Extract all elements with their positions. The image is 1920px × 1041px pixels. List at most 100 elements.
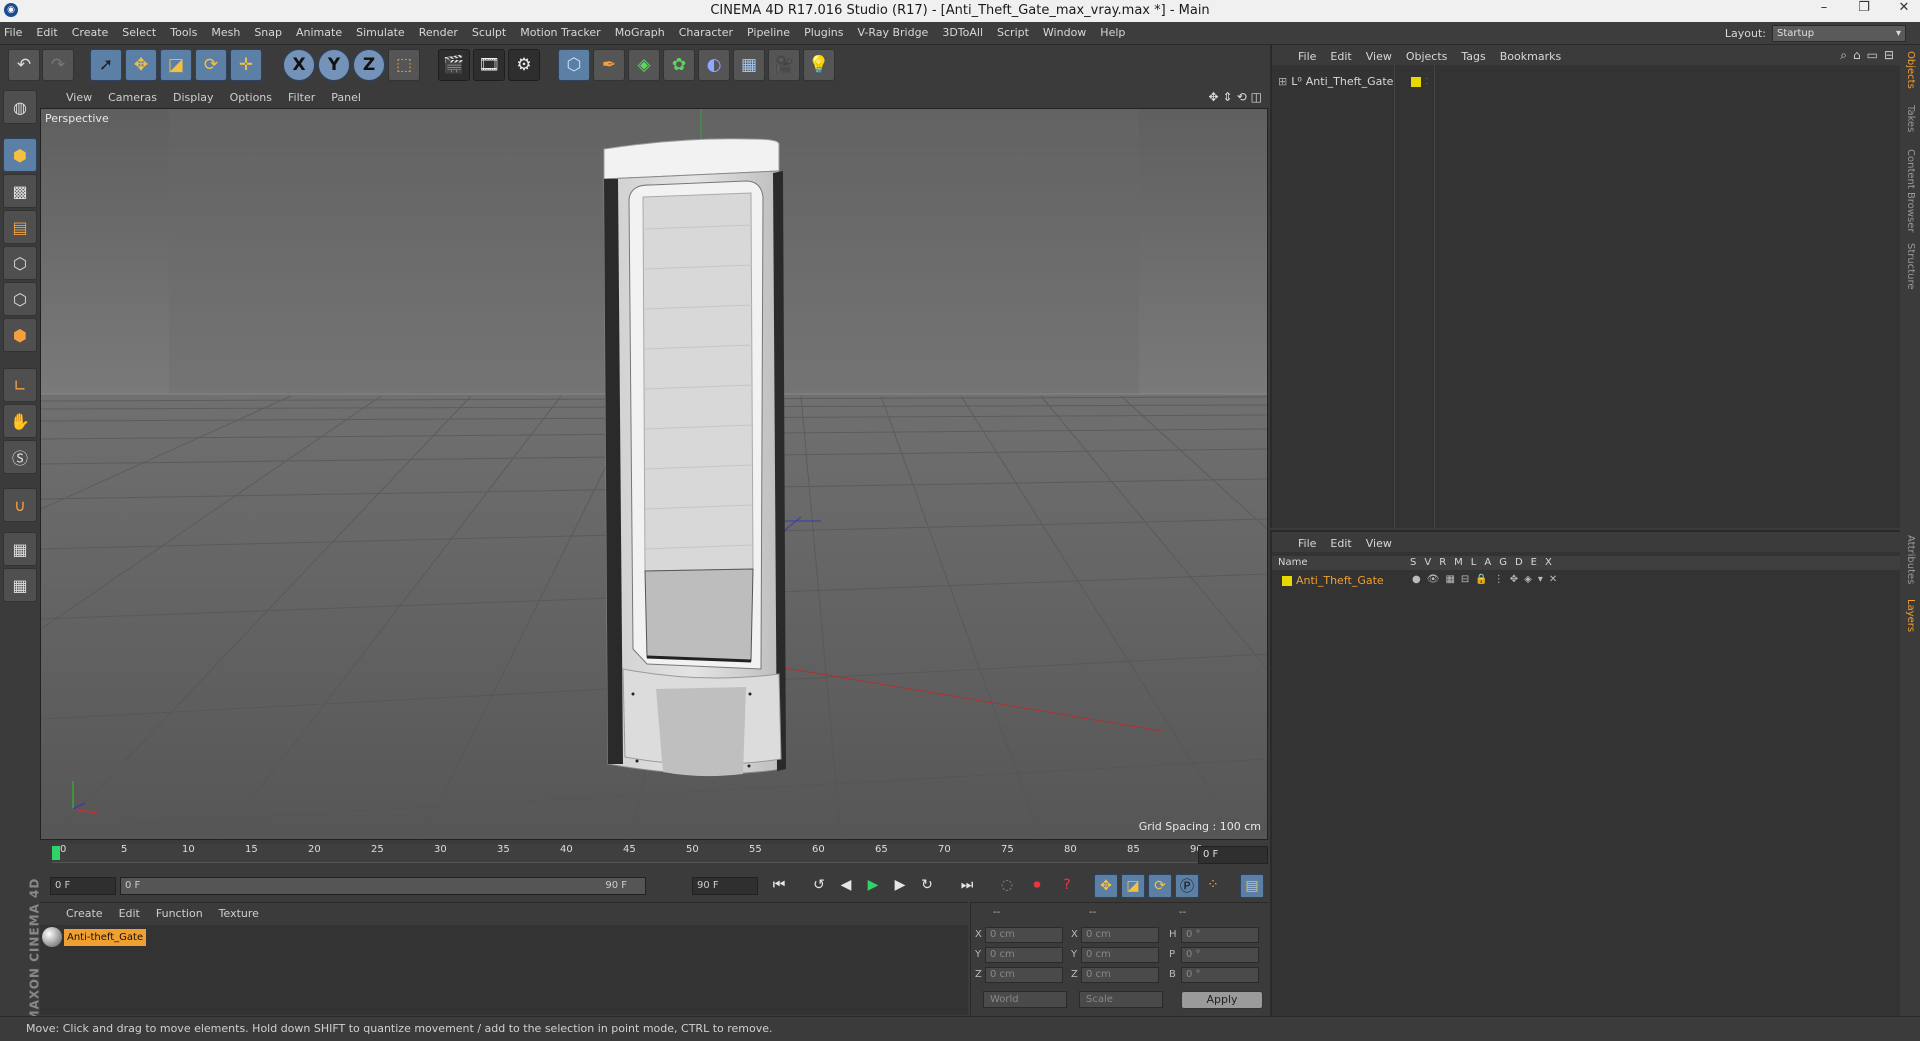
menu-character[interactable]: Character — [679, 26, 733, 39]
x-axis-lock-icon[interactable]: X — [283, 49, 315, 81]
record-rotation-icon[interactable]: ⟳ — [1148, 874, 1172, 898]
render-view-icon[interactable]: 🎬 — [438, 49, 470, 81]
go-to-end-icon[interactable]: ⏭ — [956, 874, 978, 896]
lock-toggle-icon[interactable]: 🔒 — [1475, 574, 1487, 585]
timeline[interactable]: 0 5 10 15 20 25 30 35 40 45 50 55 60 65 … — [40, 840, 1268, 876]
snapping-icon[interactable]: ∪ — [3, 488, 37, 522]
menu-pipeline[interactable]: Pipeline — [747, 26, 790, 39]
position-y-field[interactable]: 0 cm — [985, 947, 1063, 963]
material-menu-create[interactable]: Create — [66, 907, 103, 920]
viewport-menu-options[interactable]: Options — [230, 91, 272, 104]
record-active-objects-icon[interactable]: ⏺ — [1026, 874, 1048, 896]
render-toggle-icon[interactable]: ▦ — [1445, 574, 1454, 585]
viewport-dolly-icon[interactable]: ⇕ — [1223, 90, 1233, 104]
menu-help[interactable]: Help — [1100, 26, 1125, 39]
subdivision-surface-icon[interactable]: ◈ — [628, 49, 660, 81]
move-tool-icon[interactable]: ✥ — [125, 49, 157, 81]
timeline-ruler[interactable]: 0 5 10 15 20 25 30 35 40 45 50 55 60 65 … — [52, 844, 1203, 863]
object-row[interactable]: ⊞ L⁰ Anti_Theft_Gate ⁚ — [1278, 75, 1428, 88]
menu-select[interactable]: Select — [122, 26, 156, 39]
viewport-menu-panel[interactable]: Panel — [331, 91, 361, 104]
render-settings-icon[interactable]: ⚙ — [508, 49, 540, 81]
viewport-menu-cameras[interactable]: Cameras — [108, 91, 157, 104]
objects-menu-tags[interactable]: Tags — [1461, 50, 1485, 63]
recent-tool-icon[interactable]: ✛ — [230, 49, 262, 81]
edges-mode-icon[interactable]: ⬡ — [3, 282, 37, 316]
workplane-mode-icon[interactable]: ▤ — [3, 210, 37, 244]
make-editable-icon[interactable]: ◍ — [3, 90, 37, 124]
material-item[interactable]: Anti-theft_Gate — [42, 927, 147, 947]
viewport-menu-view[interactable]: View — [66, 91, 92, 104]
next-frame-icon[interactable]: ▶ — [889, 874, 911, 896]
layer-row[interactable]: Anti_Theft_Gate — [1282, 574, 1384, 587]
xref-toggle-icon[interactable]: ✕ — [1549, 574, 1557, 585]
expression-toggle-icon[interactable]: ▾ — [1538, 574, 1543, 585]
layers-menu-file[interactable]: File — [1298, 537, 1316, 550]
menu-sculpt[interactable]: Sculpt — [472, 26, 506, 39]
scale-tool-icon[interactable]: ◪ — [160, 49, 192, 81]
manager-toggle-icon[interactable]: ⊟ — [1461, 574, 1469, 585]
play-forward-icon[interactable]: ▶ — [862, 874, 884, 896]
max-frame-field[interactable]: 90 F — [692, 877, 758, 895]
menu-vray-bridge[interactable]: V-Ray Bridge — [857, 26, 928, 39]
menu-motion-tracker[interactable]: Motion Tracker — [520, 26, 600, 39]
redo-icon[interactable]: ↷ — [42, 49, 74, 81]
light-object-icon[interactable]: 💡 — [803, 49, 835, 81]
deformer-toggle-icon[interactable]: ◈ — [1524, 574, 1532, 585]
viewport-camera-label[interactable]: Perspective — [45, 112, 109, 125]
floor-object-icon[interactable]: ▦ — [733, 49, 765, 81]
menu-create[interactable]: Create — [72, 26, 109, 39]
objects-menu-bookmarks[interactable]: Bookmarks — [1500, 50, 1561, 63]
tab-structure[interactable]: Structure — [1900, 243, 1920, 303]
new-view-icon[interactable]: ▭ — [1867, 48, 1878, 63]
menu-simulate[interactable]: Simulate — [356, 26, 405, 39]
menu-render[interactable]: Render — [419, 26, 458, 39]
anti-theft-gate-model[interactable] — [603, 138, 786, 777]
apply-button[interactable]: Apply — [1181, 991, 1263, 1009]
pen-spline-icon[interactable]: ✒ — [593, 49, 625, 81]
record-position-icon[interactable]: ✥ — [1094, 874, 1118, 898]
home-icon[interactable]: ⌂ — [1853, 48, 1861, 63]
material-menu-edit[interactable]: Edit — [119, 907, 140, 920]
minimize-button[interactable]: – — [1814, 0, 1834, 15]
current-frame-field[interactable]: 0 F — [1198, 846, 1268, 864]
y-axis-lock-icon[interactable]: Y — [318, 49, 350, 81]
rotate-tool-icon[interactable]: ⟳ — [195, 49, 227, 81]
objects-menu-edit[interactable]: Edit — [1330, 50, 1351, 63]
texture-mode-icon[interactable]: ▩ — [3, 174, 37, 208]
coordinate-system-icon[interactable]: ⬚ — [388, 49, 420, 81]
material-menu-function[interactable]: Function — [156, 907, 203, 920]
motion-record-icon[interactable]: ◌ — [996, 874, 1018, 896]
rotation-b-field[interactable]: 0 ° — [1181, 967, 1259, 983]
rotation-h-field[interactable]: 0 ° — [1181, 927, 1259, 943]
viewport-pan-icon[interactable]: ✥ — [1208, 90, 1218, 104]
solo-toggle-icon[interactable]: ● — [1412, 574, 1421, 585]
lock-panel-icon[interactable]: ⊟ — [1884, 48, 1894, 63]
record-parameter-icon[interactable]: Ⓟ — [1175, 874, 1199, 898]
objects-menu-view[interactable]: View — [1366, 50, 1392, 63]
viewport-menu-display[interactable]: Display — [173, 91, 214, 104]
enable-axis-icon[interactable]: ∟ — [3, 368, 37, 402]
undo-icon[interactable]: ↶ — [8, 49, 40, 81]
rotation-p-field[interactable]: 0 ° — [1181, 947, 1259, 963]
solo-mode-icon[interactable]: Ⓢ — [3, 440, 37, 474]
menu-edit[interactable]: Edit — [36, 26, 57, 39]
go-to-start-icon[interactable]: ⏮ — [768, 874, 790, 896]
autokeying-icon[interactable]: ? — [1056, 874, 1078, 896]
view-toggle-icon[interactable]: 👁 — [1427, 574, 1440, 585]
lock-workplane-icon[interactable]: ▦ — [3, 532, 37, 566]
material-menu-texture[interactable]: Texture — [219, 907, 259, 920]
layers-menu-edit[interactable]: Edit — [1330, 537, 1351, 550]
layer-color-swatch[interactable] — [1282, 575, 1292, 586]
search-icon[interactable]: ⌕ — [1840, 48, 1847, 63]
menu-window[interactable]: Window — [1043, 26, 1086, 39]
record-scale-icon[interactable]: ◪ — [1121, 874, 1145, 898]
layers-menu-view[interactable]: View — [1366, 537, 1392, 550]
objects-menu-file[interactable]: File — [1298, 50, 1316, 63]
menu-snap[interactable]: Snap — [254, 26, 282, 39]
tab-objects[interactable]: Objects — [1900, 51, 1920, 101]
coordinate-space-dropdown[interactable]: World — [983, 991, 1067, 1008]
cloner-icon[interactable]: ✿ — [663, 49, 695, 81]
live-selection-icon[interactable]: ➚ — [90, 49, 122, 81]
model-mode-icon[interactable]: ⬢ — [3, 138, 37, 172]
